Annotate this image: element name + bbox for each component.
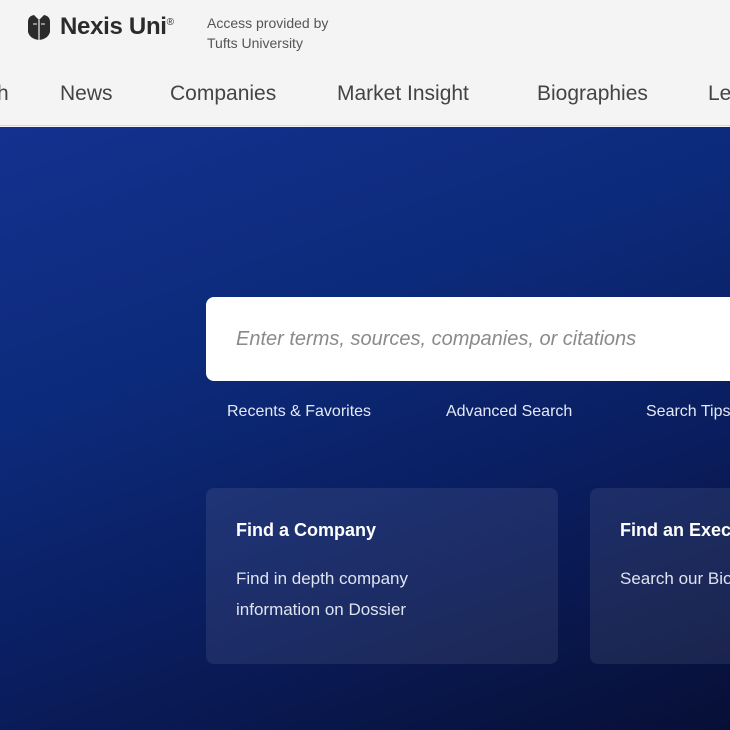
main-nav: h News Companies Market Insight Biograph… bbox=[0, 82, 730, 112]
brand-name: Nexis Uni® bbox=[60, 13, 174, 40]
nexis-logo-icon bbox=[28, 15, 50, 40]
access-line-1: Access provided by bbox=[207, 15, 329, 31]
top-header: Nexis Uni® Access provided by Tufts Univ… bbox=[0, 0, 730, 126]
advanced-search-link[interactable]: Advanced Search bbox=[446, 403, 572, 421]
card-description: Find in depth company information on Dos… bbox=[236, 569, 408, 619]
hero-section: Recents & Favorites Advanced Search Sear… bbox=[0, 127, 730, 730]
nav-item-companies[interactable]: Companies bbox=[170, 82, 276, 106]
search-tips-link[interactable]: Search Tips bbox=[646, 403, 730, 421]
nav-item-news[interactable]: News bbox=[60, 82, 113, 106]
nav-item-biographies[interactable]: Biographies bbox=[537, 82, 648, 106]
nav-item-search[interactable]: h bbox=[0, 82, 9, 106]
card-title: Find an Executive bbox=[620, 520, 730, 540]
recents-favorites-link[interactable]: Recents & Favorites bbox=[227, 403, 371, 421]
card-description: Search our Biographies bbox=[620, 569, 730, 588]
brand-logo[interactable]: Nexis Uni® bbox=[24, 12, 174, 42]
nav-item-legal[interactable]: Le bbox=[708, 82, 730, 106]
search-input[interactable] bbox=[206, 297, 730, 381]
find-executive-card[interactable]: Find an Executive Search our Biographies bbox=[590, 488, 730, 664]
access-provided-text: Access provided by Tufts University bbox=[207, 13, 328, 53]
find-company-card[interactable]: Find a Company Find in depth company inf… bbox=[206, 488, 558, 664]
nav-item-market-insight[interactable]: Market Insight bbox=[337, 82, 469, 106]
card-title: Find a Company bbox=[236, 520, 377, 540]
access-line-2: Tufts University bbox=[207, 35, 303, 51]
